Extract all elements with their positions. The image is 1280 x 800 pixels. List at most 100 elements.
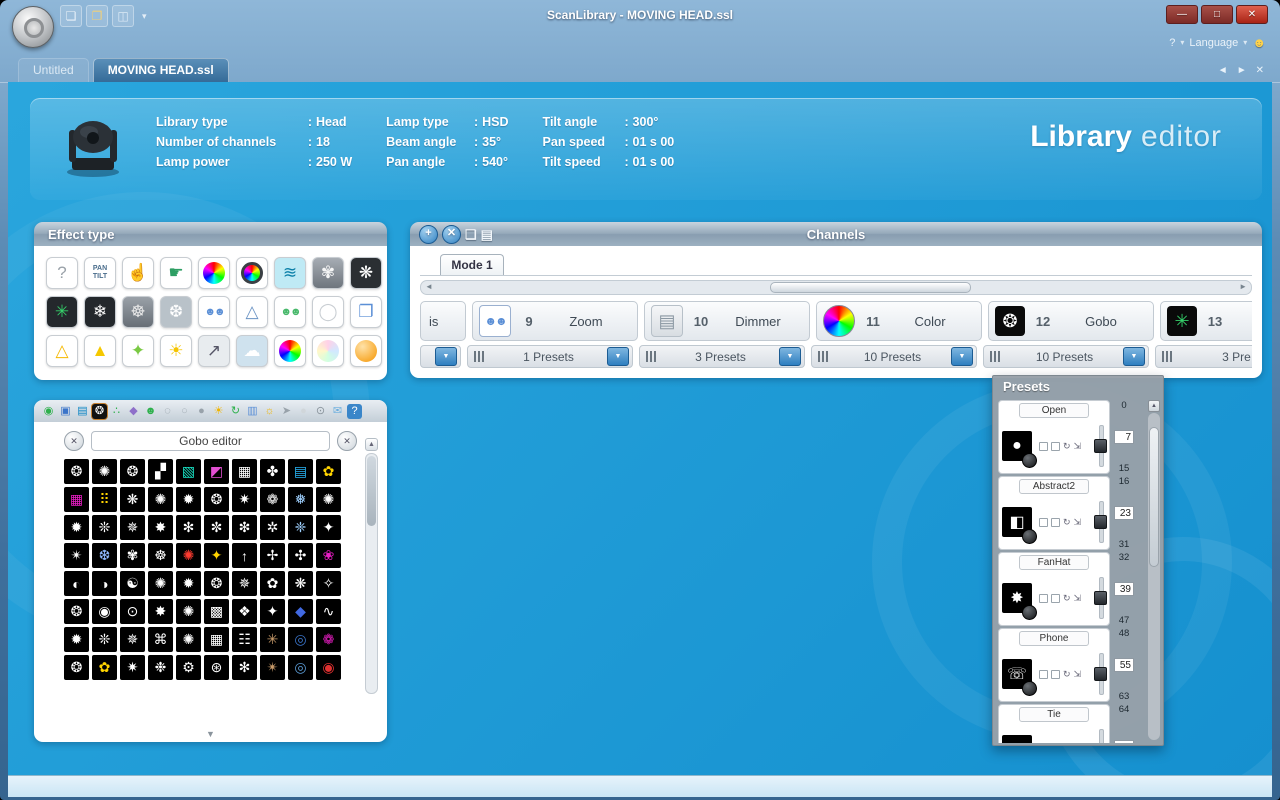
expand-icon[interactable]: ⇲ [1074, 593, 1082, 604]
gobo-thumbnail[interactable]: ❂ [64, 599, 89, 624]
gobo-thumbnail[interactable]: ✿ [316, 459, 341, 484]
gobo-editor-icon[interactable]: ❂ [92, 404, 107, 419]
presets-dropdown-icon[interactable]: ▼ [779, 347, 801, 366]
rotate-icon[interactable]: ↻ [1063, 441, 1071, 452]
preset-slider[interactable] [1094, 423, 1106, 469]
gobo-thumbnail[interactable]: ✹ [64, 515, 89, 540]
presets-dropdown-icon[interactable]: ▼ [435, 347, 457, 366]
key-icon[interactable]: ➤ [279, 404, 294, 419]
pastel-circle-icon[interactable] [312, 335, 344, 367]
gobo-thumbnail[interactable]: ∿ [316, 599, 341, 624]
gobo-thumbnail[interactable]: ✧ [316, 571, 341, 596]
gobo-thumbnail[interactable]: ▦ [204, 627, 229, 652]
presets-cell-zoom[interactable]: 1 Presets ▼ [467, 345, 633, 368]
preset-gobo-thumbnail[interactable]: ● [1002, 431, 1032, 461]
preset-box[interactable]: Tie ❖ ↻ ⇲ [998, 704, 1110, 743]
gobo-thumbnail[interactable]: ❖ [232, 599, 257, 624]
scrollbar-track[interactable] [365, 453, 378, 694]
gobo-thumbnail[interactable]: ✻ [232, 655, 257, 680]
lamp-icon[interactable]: ☼ [262, 404, 277, 419]
panel-blue-icon[interactable]: ▥ [245, 404, 260, 419]
shape-purple-icon[interactable]: ◆ [126, 404, 141, 419]
gobo-thumbnail[interactable]: ❈ [288, 515, 313, 540]
preset-box[interactable]: Abstract2 ◧ ↻ ⇲ [998, 476, 1110, 550]
delete-channel-button[interactable]: ✕ [442, 225, 461, 244]
presets-cell-dimmer[interactable]: 3 Presets ▼ [639, 345, 805, 368]
gobo-thumbnail[interactable]: ✴ [260, 655, 285, 680]
gobo-thumbnail[interactable]: ✺ [92, 459, 117, 484]
gobo-thumbnail[interactable]: ❋ [288, 571, 313, 596]
gobo-thumbnail[interactable]: ✺ [148, 571, 173, 596]
preset-slider[interactable] [1094, 575, 1106, 621]
channel-cell-color[interactable]: 11 Color [816, 301, 982, 341]
window-arrow-icon[interactable]: ↗ [198, 335, 230, 367]
scrollbar-thumb[interactable] [1149, 427, 1159, 567]
preset-checkbox[interactable] [1051, 594, 1060, 603]
gobo-thumbnail[interactable]: ✵ [120, 515, 145, 540]
ball-light-icon[interactable]: ● [296, 404, 311, 419]
gobo-thumbnail[interactable]: ⌘ [148, 627, 173, 652]
preset-box[interactable]: Open ● ↻ ⇲ [998, 400, 1110, 474]
gobo-thumbnail[interactable]: ❂ [204, 487, 229, 512]
preset-gobo-thumbnail[interactable]: ◧ [1002, 507, 1032, 537]
preset-value-field[interactable]: 23 [1114, 506, 1134, 520]
gobo-thumbnail[interactable]: ✲ [260, 515, 285, 540]
gobo-thumbnail[interactable]: ☯ [120, 571, 145, 596]
expand-icon[interactable]: ⇲ [1074, 517, 1082, 528]
gobo-thumbnail[interactable]: ◉ [316, 655, 341, 680]
presets-cell-13[interactable]: 3 Pre ▼ [1155, 345, 1252, 368]
gobo-thumbnail[interactable]: ◐ [64, 571, 89, 596]
gobo-scrollbar[interactable]: ▲ [365, 438, 378, 694]
preset-gobo-thumbnail[interactable]: ❖ [1002, 735, 1032, 743]
gobo-thumbnail[interactable]: ⠿ [92, 487, 117, 512]
preset-box[interactable]: FanHat ✸ ↻ ⇲ [998, 552, 1110, 626]
preset-checkbox[interactable] [1051, 670, 1060, 679]
preset-gobo-thumbnail[interactable]: ✸ [1002, 583, 1032, 613]
preset-slider[interactable] [1094, 499, 1106, 545]
chevron-down-icon[interactable]: ▾ [1243, 38, 1247, 47]
layers-blue-icon[interactable]: ❐ [350, 296, 382, 328]
channel-cell-gobo[interactable]: ❂ 12 Gobo [988, 301, 1154, 341]
gobo-thumbnail[interactable]: ❂ [204, 571, 229, 596]
zoom-people-blue-icon[interactable]: ☻☻ [198, 296, 230, 328]
presets-cell-gobo[interactable]: 10 Presets ▼ [983, 345, 1149, 368]
rgb-circle-icon[interactable] [274, 335, 306, 367]
gobo-thumbnail[interactable]: ◉ [92, 599, 117, 624]
presets-dropdown-icon[interactable]: ▼ [607, 347, 629, 366]
gobo-thumbnail[interactable]: ❉ [148, 655, 173, 680]
chevron-down-icon[interactable]: ▾ [1180, 38, 1184, 47]
scroll-down-icon[interactable]: ▼ [206, 729, 215, 739]
gobo-thumbnail[interactable]: ✷ [120, 655, 145, 680]
gobo-thumbnail[interactable]: ✸ [148, 515, 173, 540]
gobo-thumbnail[interactable]: ❊ [92, 627, 117, 652]
gobo-thumbnail[interactable]: ⚙ [176, 655, 201, 680]
presets-dropdown-icon[interactable]: ▼ [951, 347, 973, 366]
gobo-thumbnail[interactable]: ❇ [232, 515, 257, 540]
ring-gray-icon[interactable]: ◌ [160, 404, 175, 419]
expand-icon[interactable]: ⇲ [1074, 669, 1082, 680]
preset-checkbox[interactable] [1039, 594, 1048, 603]
gobo-thumbnail[interactable]: ✵ [120, 627, 145, 652]
dots-green-icon[interactable]: ∴ [109, 404, 124, 419]
presets-cell-iris[interactable]: ▼ [420, 345, 461, 368]
channel-cell-dimmer[interactable]: ▤ 10 Dimmer [644, 301, 810, 341]
hand-effect-2-icon[interactable]: ☛ [160, 257, 192, 289]
gobo-thumbnail[interactable]: ◑ [92, 571, 117, 596]
preset-slider[interactable] [1094, 727, 1106, 743]
gobo-thumbnail[interactable]: ✺ [176, 627, 201, 652]
gobo-thumbnail[interactable]: ↑ [232, 543, 257, 568]
gobo-thumbnail[interactable]: ◆ [288, 599, 313, 624]
people-green-icon[interactable]: ☻ [143, 404, 158, 419]
refresh-green-icon[interactable]: ↻ [228, 404, 243, 419]
gobo-thumbnail[interactable]: ✵ [232, 571, 257, 596]
rotate-icon[interactable]: ↻ [1063, 593, 1071, 604]
slider-thumb[interactable] [1094, 439, 1107, 453]
unknown-icon[interactable]: ? [46, 257, 78, 289]
chart-icon[interactable]: ▤ [75, 404, 90, 419]
gobo-thumbnail[interactable]: ✹ [176, 487, 201, 512]
preset-value-field[interactable]: 7 [1114, 430, 1134, 444]
gobo-thumbnail[interactable]: ❆ [92, 543, 117, 568]
scroll-up-icon[interactable]: ▲ [1148, 400, 1160, 412]
user-icon[interactable]: ☻ [1252, 35, 1266, 50]
channel-cell-zoom[interactable]: ☻☻ 9 Zoom [472, 301, 638, 341]
